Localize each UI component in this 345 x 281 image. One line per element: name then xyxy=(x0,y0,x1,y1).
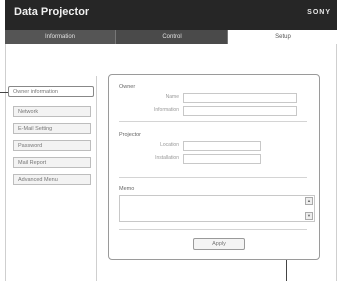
settings-panel: Owner Name Information Projector Locatio… xyxy=(108,74,320,260)
scroll-up-icon[interactable]: ▲ xyxy=(305,197,313,205)
memo-section-title: Memo xyxy=(119,186,135,192)
owner-name-label: Name xyxy=(165,94,179,100)
brand-logo: SONY xyxy=(307,9,331,16)
owner-information-field[interactable] xyxy=(183,106,297,116)
sidebar-divider xyxy=(96,76,97,281)
owner-section-title: Owner xyxy=(119,84,136,90)
projector-installation-label: Installation xyxy=(155,155,179,161)
owner-information-label: Information xyxy=(153,107,179,113)
sidebar-item-owner-information[interactable]: Owner information xyxy=(8,86,94,97)
callout-line xyxy=(0,92,8,93)
section-divider xyxy=(119,121,307,122)
projector-section-title: Projector xyxy=(119,132,142,138)
page-border xyxy=(5,44,6,281)
memo-textarea[interactable]: ▲ ▼ xyxy=(119,195,315,222)
sidebar-item-advanced-menu[interactable]: Advanced Menu xyxy=(13,174,91,185)
section-divider xyxy=(119,177,307,178)
tab-bar: Information Control Setup xyxy=(5,30,338,44)
projector-installation-field[interactable] xyxy=(183,154,261,164)
apply-button[interactable]: Apply xyxy=(193,238,245,250)
sidebar-item-email-setting[interactable]: E-Mail Setting xyxy=(13,123,91,134)
sidebar-item-mail-report[interactable]: Mail Report xyxy=(13,157,91,168)
sidebar-item-password[interactable]: Password xyxy=(13,140,91,151)
projector-location-field[interactable] xyxy=(183,141,261,151)
sidebar-item-network[interactable]: Network xyxy=(13,106,91,117)
page-border xyxy=(336,44,337,281)
projector-location-label: Location xyxy=(160,142,179,148)
tab-control[interactable]: Control xyxy=(115,30,228,44)
scroll-down-icon[interactable]: ▼ xyxy=(305,212,313,220)
callout-line xyxy=(286,259,287,281)
tab-setup[interactable]: Setup xyxy=(227,30,338,44)
owner-name-field[interactable] xyxy=(183,93,297,103)
tab-information[interactable]: Information xyxy=(5,30,115,44)
app-header: Data Projector SONY xyxy=(5,0,337,30)
app-title: Data Projector xyxy=(14,6,90,18)
section-divider xyxy=(119,229,307,230)
